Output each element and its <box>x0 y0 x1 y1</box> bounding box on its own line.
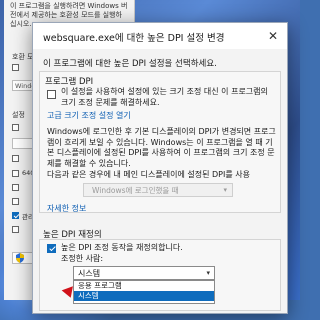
settings-checkbox-5[interactable] <box>12 198 19 205</box>
program-dpi-checkbox[interactable] <box>47 90 56 99</box>
override-checkbox-label[interactable]: 높은 DPI 조정 동작을 재정의합니다. <box>61 243 183 254</box>
dialog-title: websquare.exe에 대한 높은 DPI 설정 변경 <box>43 33 225 44</box>
more-info-link[interactable]: 자세한 정보 <box>47 203 86 214</box>
settings-checkbox-4[interactable] <box>12 184 19 191</box>
dialog-description: 이 프로그램에 대한 높은 DPI 설정을 선택하세요. <box>43 59 217 69</box>
option-application[interactable]: 응용 프로그램 <box>74 281 214 291</box>
chevron-down-icon: ▾ <box>206 269 210 277</box>
scaling-by-value: 시스템 <box>78 269 101 278</box>
override-scaling-checkbox[interactable] <box>47 244 56 253</box>
title-bar: websquare.exe에 대한 높은 DPI 설정 변경 ✕ <box>33 23 287 49</box>
settings-label: 설정 <box>12 111 25 119</box>
scaling-by-options: 응용 프로그램 시스템 <box>73 280 215 304</box>
program-dpi-checkbox-label[interactable]: 이 설정을 사용하여 설정에 있는 크기 조정 대신 이 프로그램의 크기 조정… <box>61 87 275 108</box>
chevron-down-icon: ▾ <box>223 186 227 194</box>
close-icon[interactable]: ✕ <box>265 28 281 44</box>
scaling-performed-by-label: 조정한 사람: <box>61 254 104 263</box>
settings-checkbox-3[interactable] <box>12 170 19 177</box>
dpi-timing-value: Windows에 로그인했을 때 <box>92 186 179 195</box>
compat-mode-checkbox[interactable] <box>12 64 19 71</box>
settings-checkbox-1[interactable] <box>12 124 19 131</box>
high-dpi-settings-dialog: websquare.exe에 대한 높은 DPI 설정 변경 ✕ 이 프로그램에… <box>32 22 288 314</box>
dpi-use-when-label: 다음과 같은 경우에 내 메인 디스플레이에 설정된 DPI를 사용 <box>47 170 250 179</box>
dpi-timing-dropdown[interactable]: Windows에 로그인했을 때 ▾ <box>83 183 233 197</box>
run-as-admin-checkbox[interactable] <box>12 212 19 219</box>
settings-checkbox-2[interactable] <box>12 155 19 162</box>
settings-checkbox-6[interactable] <box>12 226 19 233</box>
scaling-by-select[interactable]: 시스템 ▾ <box>73 266 215 280</box>
program-dpi-title: 프로그램 DPI <box>45 77 94 87</box>
uac-shield-icon <box>16 253 24 263</box>
dpi-info-paragraph: Windows에 로그인한 후 기본 디스플레이의 DPI가 변경되면 프로그램… <box>47 127 276 168</box>
advanced-scaling-link[interactable]: 고급 크기 조정 설정 열기 <box>47 110 131 121</box>
